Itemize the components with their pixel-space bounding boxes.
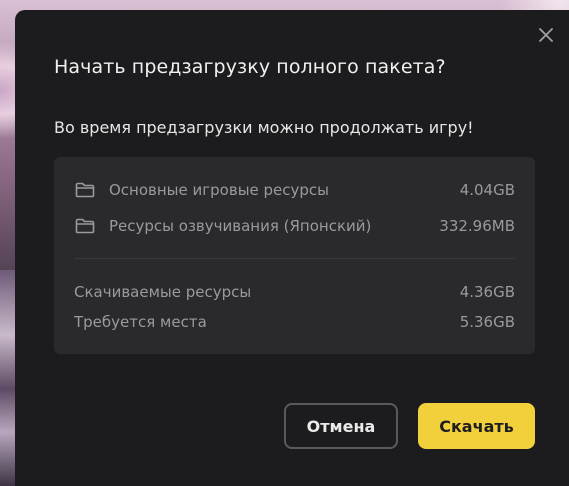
resource-size: 4.04GB xyxy=(459,181,515,199)
folder-icon xyxy=(75,217,95,235)
resource-label: Ресурсы озвучивания (Японский) xyxy=(109,217,372,235)
summary-label: Скачиваемые ресурсы xyxy=(74,283,252,301)
resource-label: Основные игровые ресурсы xyxy=(109,181,330,199)
close-button[interactable] xyxy=(535,24,557,46)
preload-dialog: Начать предзагрузку полного пакета? Во в… xyxy=(15,10,569,486)
resources-panel: Основные игровые ресурсы 4.04GB Ресурсы … xyxy=(54,157,535,354)
resource-size: 332.96MB xyxy=(439,217,515,235)
summary-row-download: Скачиваемые ресурсы 4.36GB xyxy=(54,281,535,303)
resource-row-main: Основные игровые ресурсы 4.04GB xyxy=(54,179,535,201)
summary-value: 5.36GB xyxy=(459,313,515,331)
cancel-button[interactable]: Отмена xyxy=(284,403,398,449)
download-button[interactable]: Скачать xyxy=(418,403,535,449)
close-icon xyxy=(539,28,553,42)
dialog-subtitle: Во время предзагрузки можно продолжать и… xyxy=(54,118,474,137)
dialog-title: Начать предзагрузку полного пакета? xyxy=(54,56,446,78)
panel-divider xyxy=(74,258,515,259)
summary-row-space: Требуется места 5.36GB xyxy=(54,311,535,333)
summary-label: Требуется места xyxy=(74,313,207,331)
resource-row-voice: Ресурсы озвучивания (Японский) 332.96MB xyxy=(54,215,535,237)
folder-icon xyxy=(75,181,95,199)
summary-value: 4.36GB xyxy=(459,283,515,301)
